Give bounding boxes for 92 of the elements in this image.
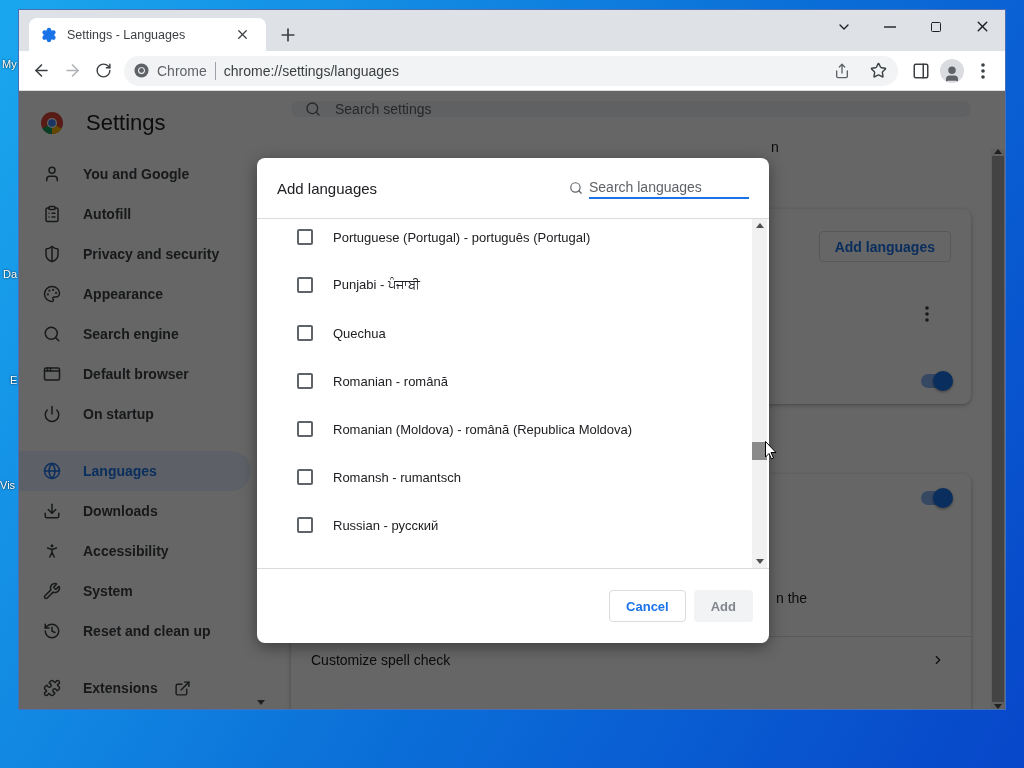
add-languages-button[interactable]: Add languages <box>818 231 951 262</box>
sidebar-item[interactable]: On startup <box>19 394 251 434</box>
clipboard-icon <box>43 205 61 223</box>
sidebar-label: Extensions <box>83 680 158 696</box>
browser-window-icon <box>43 365 61 383</box>
download-icon <box>43 502 61 520</box>
person-icon <box>43 165 61 183</box>
row-label: Customize spell check <box>311 651 451 668</box>
language-label: Quechua <box>333 325 386 341</box>
language-label: Portuguese (Portugal) - português (Portugal) <box>333 229 591 245</box>
sidebar-label: Default browser <box>83 366 189 382</box>
scrollbar[interactable] <box>991 149 1005 709</box>
chrome-logo-icon <box>41 111 63 134</box>
puzzle-icon <box>43 679 61 697</box>
language-label: Punjabi - ਪੰਜਾਬੀ <box>333 277 420 293</box>
shield-icon <box>43 245 61 263</box>
search-icon <box>43 325 61 343</box>
chrome-logo-icon <box>134 63 149 78</box>
sidebar-item[interactable]: Reset and clean up <box>19 611 251 651</box>
scroll-down-arrow-icon[interactable] <box>755 559 764 564</box>
checkbox[interactable] <box>297 229 313 245</box>
menu-icon <box>981 62 985 79</box>
wrench-icon <box>43 582 61 600</box>
cancel-button[interactable]: Cancel <box>609 590 686 622</box>
sidebar-label: Search engine <box>83 326 179 342</box>
globe-icon <box>43 462 61 480</box>
language-label: Russian - русский <box>333 517 439 533</box>
search-placeholder: Search settings <box>335 101 432 117</box>
sidebar-item[interactable]: Privacy and security <box>19 234 251 274</box>
palette-icon <box>43 285 61 303</box>
external-link-icon <box>173 679 191 697</box>
scroll-up-arrow-icon[interactable] <box>755 223 764 228</box>
avatar-icon <box>940 58 964 83</box>
sidebar-item[interactable]: Downloads <box>19 491 251 531</box>
scrollbar-thumb[interactable] <box>992 156 1004 702</box>
browser-tab[interactable]: Settings - Languages <box>29 18 266 51</box>
maximize-icon <box>930 20 942 33</box>
address-bar[interactable]: Chrome chrome://settings/languages <box>124 55 898 86</box>
tab-title: Settings - Languages <box>67 27 187 42</box>
sidebar-item[interactable]: Search engine <box>19 314 251 354</box>
sidebar-label: On startup <box>83 406 154 422</box>
history-icon <box>43 622 61 640</box>
sidebar-label: System <box>83 583 133 599</box>
language-label: Romanian - română <box>333 373 448 389</box>
search-icon <box>569 181 583 195</box>
sidebar-item[interactable]: Accessibility <box>19 531 251 571</box>
language-label: Romansh - rumantsch <box>333 469 461 485</box>
scroll-down-arrow-icon[interactable] <box>257 700 265 705</box>
share-icon <box>834 62 850 79</box>
checkbox[interactable] <box>297 517 313 533</box>
sidebar-label: Reset and clean up <box>83 623 211 639</box>
sidebar-label: Languages <box>83 463 157 479</box>
site-label: Chrome <box>157 61 216 80</box>
sidebar-item[interactable]: System <box>19 571 251 611</box>
desktop-icon-label[interactable]: Vis <box>0 479 16 491</box>
description-text: n <box>771 139 779 155</box>
sidebar-label: Privacy and security <box>83 246 220 262</box>
checkbox[interactable] <box>297 421 313 437</box>
minimize-icon <box>884 25 896 28</box>
search-field[interactable]: Search settings <box>291 101 971 117</box>
sidebar-item[interactable]: Autofill <box>19 194 251 234</box>
url-text: chrome://settings/languages <box>223 62 400 79</box>
sidebar-label: Autofill <box>83 206 132 222</box>
sidebar-label: Accessibility <box>83 543 169 559</box>
desktop-icon-label[interactable]: E <box>10 374 18 386</box>
sidebar-label: You and Google <box>83 166 190 182</box>
description-text: n the <box>776 590 808 606</box>
sidebar-item[interactable]: Appearance <box>19 274 251 314</box>
side-panel-icon <box>912 61 930 80</box>
sidebar-item[interactable]: You and Google <box>19 154 251 194</box>
sidebar-item[interactable]: Extensions <box>19 668 251 708</box>
sidebar-item[interactable]: Languages <box>19 451 251 491</box>
scrollbar[interactable] <box>752 219 767 568</box>
sidebar-item[interactable]: Default browser <box>19 354 251 394</box>
sidebar-label: Downloads <box>83 503 158 519</box>
settings-title: Settings <box>86 109 166 136</box>
search-icon <box>305 101 321 117</box>
checkbox[interactable] <box>297 325 313 341</box>
power-icon <box>43 405 61 423</box>
star-icon <box>869 62 887 79</box>
desktop-icon-label[interactable]: My <box>2 58 17 70</box>
more-options-icon <box>925 306 929 322</box>
reload-icon <box>94 62 112 79</box>
customize-spell-check-row[interactable]: Customize spell check <box>291 637 971 682</box>
checkbox[interactable] <box>297 373 313 389</box>
gear-icon <box>41 26 57 43</box>
checkbox[interactable] <box>297 469 313 485</box>
checkbox[interactable] <box>297 277 313 293</box>
language-label: Romanian (Moldova) - română (Republica Moldova) <box>333 421 633 437</box>
dialog-title: Add languages <box>277 179 379 197</box>
sidebar-label: Appearance <box>83 286 164 302</box>
desktop-icon-label[interactable]: Da <box>3 268 18 280</box>
